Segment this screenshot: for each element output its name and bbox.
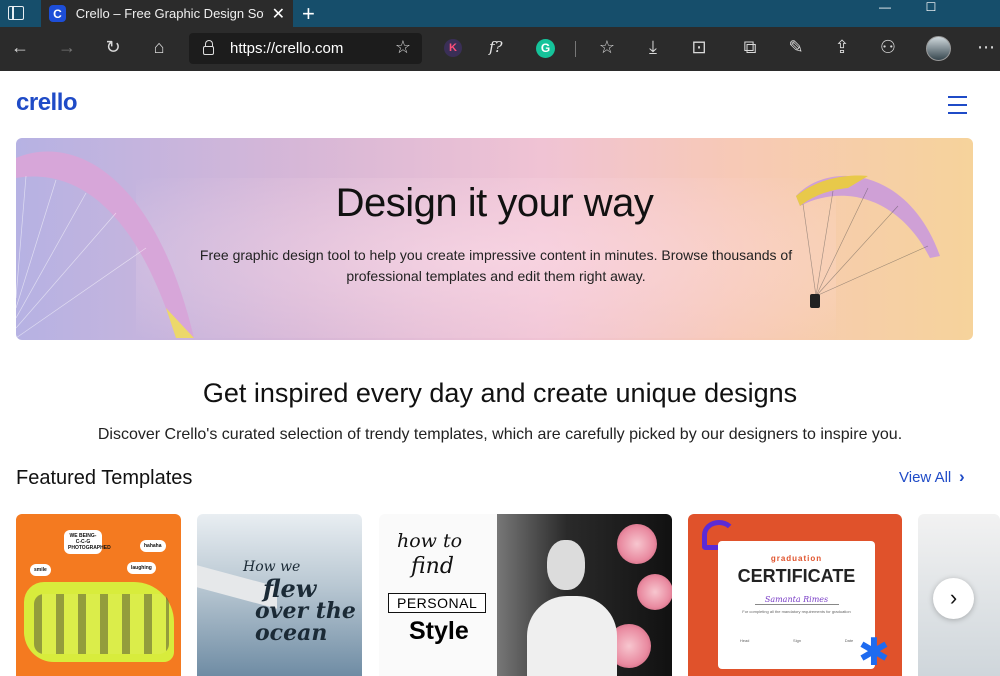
browser-titlebar: C Crello – Free Graphic Design Software … bbox=[0, 0, 1000, 27]
close-window-icon[interactable] bbox=[954, 0, 1000, 16]
lock-icon[interactable] bbox=[203, 40, 214, 55]
tab-actions-icon[interactable] bbox=[8, 6, 24, 20]
more-menu-icon[interactable]: ⋯ bbox=[974, 37, 998, 58]
share-icon[interactable]: ⇪ bbox=[830, 37, 854, 58]
chevron-right-icon[interactable]: › bbox=[959, 467, 965, 487]
web-capture-icon[interactable]: ✎ bbox=[784, 37, 808, 58]
flower-image bbox=[617, 524, 657, 564]
new-tab-icon[interactable]: + bbox=[302, 1, 315, 27]
carousel-next-button[interactable]: › bbox=[933, 578, 974, 619]
certificate-name: Samanta Rimes bbox=[754, 595, 839, 605]
card-script-text: How we flew over the ocean bbox=[243, 556, 362, 644]
card-line: over the ocean bbox=[255, 598, 356, 646]
speech-bubble: WE BEING-C-C-G PHOTOGRAPHED bbox=[64, 530, 111, 554]
tab-title: Crello – Free Graphic Design Software bbox=[75, 6, 264, 21]
certificate-title: CERTIFICATE bbox=[737, 566, 856, 586]
speech-bubble: laughing bbox=[127, 562, 156, 574]
forward-icon[interactable]: → bbox=[55, 37, 79, 58]
signature-label: Date bbox=[844, 638, 854, 643]
card-line: PERSONAL bbox=[388, 593, 487, 613]
site-header: crello bbox=[0, 71, 1000, 137]
speech-bubble: smile bbox=[30, 564, 51, 576]
group-photo-image bbox=[34, 594, 169, 654]
section-heading: Get inspired every day and create unique… bbox=[202, 378, 798, 408]
fashion-photo-image bbox=[497, 514, 672, 676]
window-controls: — ☐ bbox=[862, 0, 1000, 16]
view-all-link[interactable]: View All bbox=[899, 469, 951, 486]
model-face-shape bbox=[547, 540, 585, 590]
url-text: https://crello.com bbox=[230, 40, 344, 57]
card-script-text: how to find bbox=[397, 530, 462, 579]
close-tab-icon[interactable]: ✕ bbox=[272, 4, 285, 24]
card-line: how to bbox=[397, 530, 463, 552]
certificate-sheet: graduation CERTIFICATE Samanta Rimes For… bbox=[718, 541, 875, 669]
hamburger-menu-icon[interactable] bbox=[948, 96, 967, 120]
favorites-icon[interactable]: ☆ bbox=[595, 37, 619, 58]
extension-f-icon[interactable]: f? bbox=[489, 38, 503, 56]
template-card-ocean[interactable]: How we flew over the ocean bbox=[197, 514, 362, 676]
toolbar-divider bbox=[575, 41, 576, 57]
signature-label: Sign bbox=[793, 638, 802, 643]
star-burst-icon: ✱ bbox=[858, 632, 890, 674]
certificate-caption: For completing all the mandatory require… bbox=[742, 609, 851, 614]
performance-icon[interactable]: ⚇ bbox=[876, 37, 900, 58]
profile-avatar[interactable] bbox=[926, 36, 951, 61]
card-line: flew bbox=[263, 574, 317, 603]
home-icon[interactable]: ⌂ bbox=[147, 37, 171, 58]
address-bar[interactable]: https://crello.com bbox=[189, 33, 422, 64]
speech-bubble: hahaha bbox=[140, 540, 166, 552]
paraglider-left-image bbox=[16, 151, 194, 339]
add-favorite-icon[interactable]: ☆ bbox=[391, 37, 415, 58]
back-icon[interactable]: ← bbox=[8, 37, 32, 58]
template-card-personal-style[interactable]: how to find PERSONAL Style bbox=[379, 514, 672, 676]
card-line: find bbox=[411, 554, 454, 579]
hero-banner: Design it your way Free graphic design t… bbox=[16, 138, 973, 340]
browser-toolbar: ← → ↻ ⌂ https://crello.com ☆ K f? G ☆ ⤓ … bbox=[0, 27, 1000, 71]
template-card-certificate[interactable]: graduation CERTIFICATE Samanta Rimes For… bbox=[688, 514, 902, 676]
flower-image bbox=[637, 574, 672, 610]
hero-title: Design it your way bbox=[335, 181, 654, 225]
section-subheading: Discover Crello's curated selection of t… bbox=[97, 426, 903, 443]
featured-templates-title: Featured Templates bbox=[16, 467, 193, 489]
certificate-signatures: Head Sign Date bbox=[718, 638, 875, 643]
signature-label: Head bbox=[739, 638, 750, 643]
crello-favicon-icon: C bbox=[49, 5, 66, 22]
browser-tab[interactable]: C Crello – Free Graphic Design Software … bbox=[41, 0, 293, 27]
collections-icon[interactable]: ⧉ bbox=[738, 37, 762, 58]
downloads-icon[interactable]: ⤓ bbox=[641, 37, 665, 58]
model-body-shape bbox=[527, 596, 617, 676]
refresh-icon[interactable]: ↻ bbox=[101, 37, 125, 58]
extension-k-icon[interactable]: K bbox=[444, 39, 462, 57]
maximize-icon[interactable]: ☐ bbox=[908, 0, 954, 16]
grammarly-icon[interactable]: G bbox=[536, 39, 555, 58]
certificate-eyebrow: graduation bbox=[770, 554, 823, 563]
template-card-photographed[interactable]: WE BEING-C-C-G PHOTOGRAPHED hahaha laugh… bbox=[16, 514, 181, 676]
card-line: Style bbox=[409, 617, 469, 645]
crello-logo[interactable]: crello bbox=[16, 89, 78, 117]
hero-subtitle: Free graphic design tool to help you cre… bbox=[199, 247, 793, 284]
minimize-icon[interactable]: — bbox=[862, 0, 908, 16]
math-solver-icon[interactable]: ⊡ bbox=[687, 37, 711, 58]
